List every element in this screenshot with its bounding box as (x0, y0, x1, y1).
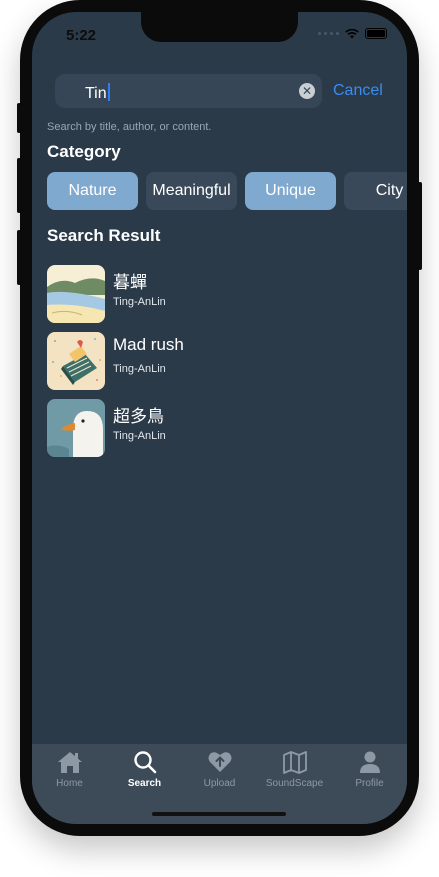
search-input-value[interactable]: Tin (85, 83, 110, 103)
cover-image (47, 332, 105, 390)
clear-search-icon[interactable]: ✕ (299, 83, 315, 99)
search-result-title: Search Result (47, 226, 161, 245)
result-author: Ting-AnLin (113, 363, 166, 375)
category-title: Category (47, 142, 121, 161)
cover-image (47, 399, 105, 457)
chip-meaningful[interactable]: Meaningful (146, 172, 237, 210)
person-icon (359, 751, 380, 773)
tab-soundscape-label: SoundScape (265, 778, 324, 789)
map-icon (282, 751, 307, 774)
tab-home[interactable]: Home (32, 750, 107, 789)
notch (141, 12, 298, 42)
power-button (418, 182, 422, 270)
result-author: Ting-AnLin (113, 296, 166, 308)
tab-search[interactable]: Search (107, 750, 182, 789)
list-item[interactable]: 暮蟬 Ting-AnLin (47, 265, 367, 323)
chip-unique[interactable]: Unique (245, 172, 336, 210)
cancel-button[interactable]: Cancel (333, 82, 383, 100)
text-cursor (107, 83, 110, 101)
chip-city[interactable]: City (344, 172, 407, 210)
status-icons (318, 28, 387, 39)
home-icon (57, 752, 82, 773)
result-title: 暮蟬 (113, 273, 147, 292)
upload-heart-icon (208, 752, 231, 772)
list-item[interactable]: 超多鳥 Ting-AnLin (47, 399, 367, 457)
search-input[interactable]: Tin ✕ (55, 74, 322, 108)
silent-switch (17, 103, 21, 133)
search-icon (133, 751, 156, 774)
category-chips: Nature Meaningful Unique City (47, 172, 407, 212)
tab-upload[interactable]: Upload (182, 750, 257, 789)
search-hint: Search by title, author, or content. (47, 121, 212, 133)
result-title: 超多鳥 (113, 407, 164, 426)
app-screen: 5:22 Tin ✕ Cancel Search by title, autho… (32, 12, 407, 824)
tab-profile[interactable]: Profile (332, 750, 407, 789)
cover-image (47, 265, 105, 323)
result-author: Ting-AnLin (113, 430, 166, 442)
result-title: Mad rush (113, 335, 184, 354)
list-item[interactable]: Mad rush Ting-AnLin (47, 332, 367, 390)
wifi-icon (345, 28, 359, 38)
volume-up-button (17, 158, 21, 213)
tab-upload-label: Upload (203, 778, 236, 789)
tab-search-label: Search (127, 778, 162, 789)
tab-soundscape[interactable]: SoundScape (257, 750, 332, 789)
volume-down-button (17, 230, 21, 285)
home-indicator[interactable] (152, 812, 286, 816)
battery-icon (365, 28, 387, 39)
signal-icon (318, 32, 339, 35)
tab-profile-label: Profile (355, 778, 384, 789)
tab-home-label: Home (56, 778, 83, 789)
status-time: 5:22 (66, 27, 97, 44)
chip-nature[interactable]: Nature (47, 172, 138, 210)
